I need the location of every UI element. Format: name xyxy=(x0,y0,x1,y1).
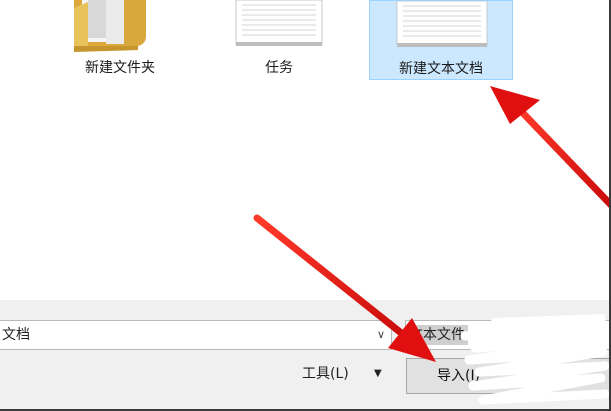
file-name-label: 新建文件夹 xyxy=(85,60,155,76)
file-name-label: 任务 xyxy=(265,60,293,76)
file-dialog: 新建文件夹 任务 新建文本文档 文档 ∨ 文本文件 工具(L) ▼ 导入(I) xyxy=(0,0,611,411)
redaction-scribble xyxy=(460,314,609,405)
folder-icon xyxy=(62,0,178,55)
text-document-icon xyxy=(235,0,323,46)
file-item-task[interactable]: 任务 xyxy=(214,0,344,82)
file-item-new-text-document[interactable]: 新建文本文档 xyxy=(369,0,513,80)
text-document-icon xyxy=(396,1,488,47)
file-name-input[interactable]: 文档 xyxy=(0,320,392,350)
file-list: 新建文件夹 任务 新建文本文档 xyxy=(0,0,609,300)
file-item-new-folder[interactable]: 新建文件夹 xyxy=(62,0,178,82)
triangle-down-icon[interactable]: ▼ xyxy=(374,360,386,388)
chevron-down-icon[interactable]: ∨ xyxy=(372,321,390,349)
file-name-label: 新建文本文档 xyxy=(399,61,483,77)
